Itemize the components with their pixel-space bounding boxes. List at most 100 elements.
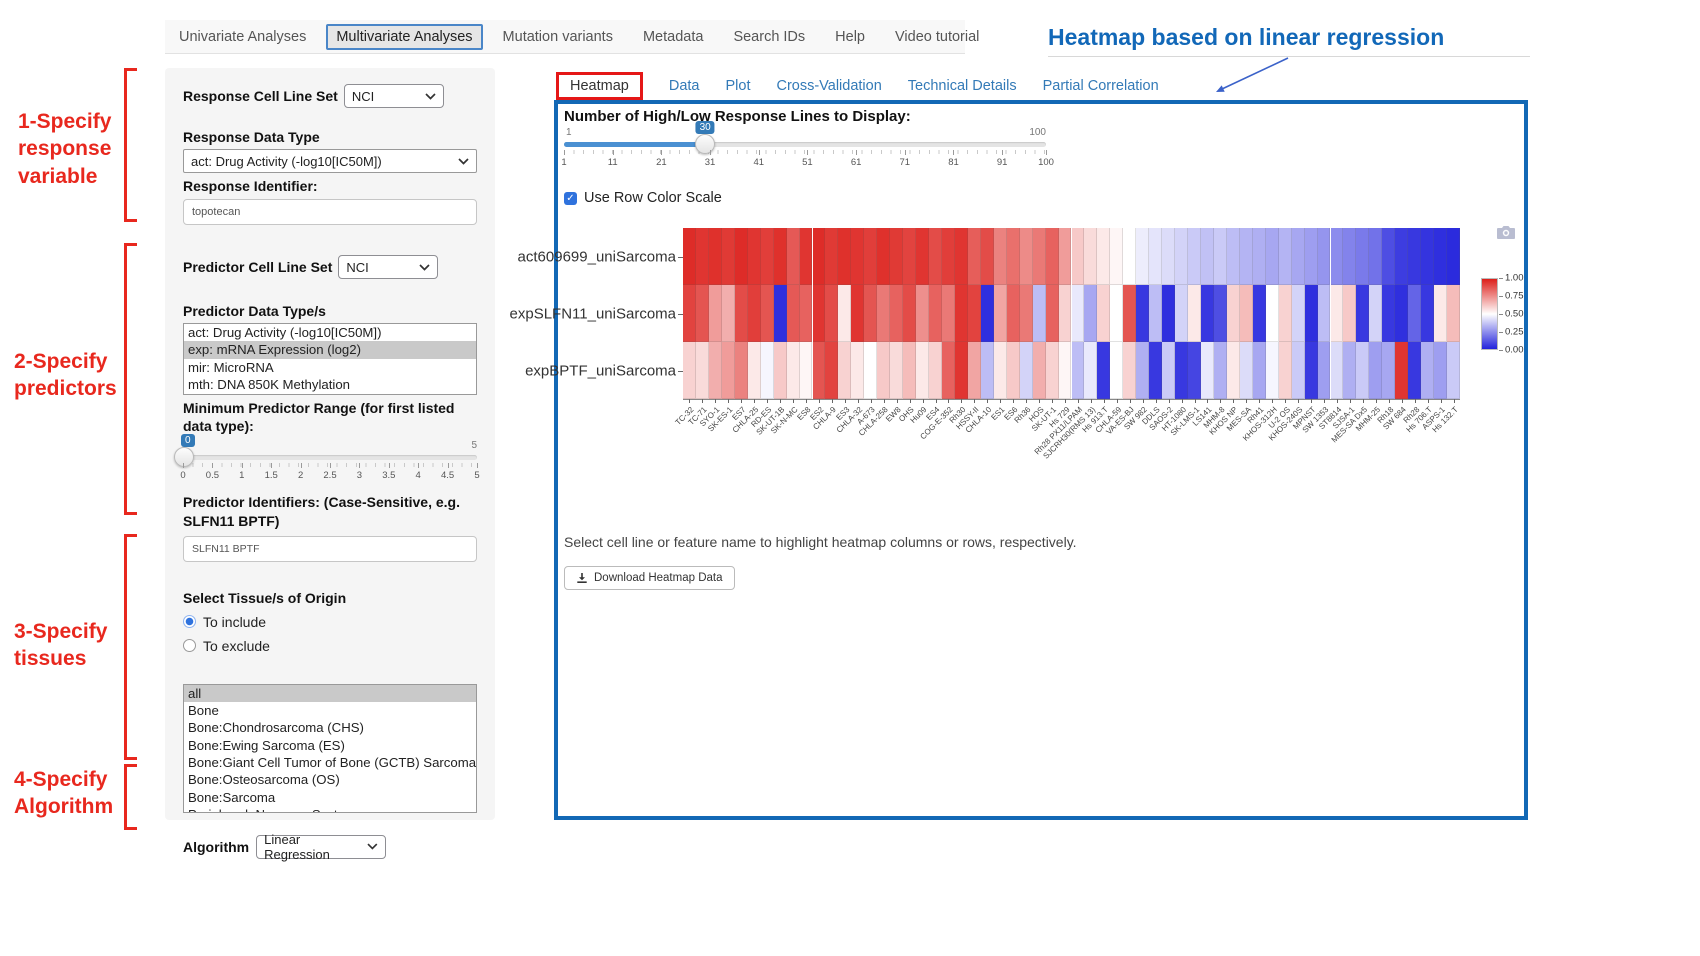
nav-item-mutation-variants[interactable]: Mutation variants (493, 24, 623, 50)
row-tick-mark (678, 371, 683, 372)
slider-tick-mark (477, 463, 478, 468)
colorbar-tick-mark (1499, 296, 1503, 297)
col-tick-mark (1337, 399, 1338, 403)
heatmap-cell (890, 285, 903, 342)
nav-item-help[interactable]: Help (825, 24, 875, 50)
heatmap-cell (1007, 228, 1020, 285)
slider-tick-mark (242, 463, 243, 468)
heatmap-row-label[interactable]: act609699_uniSarcoma (518, 248, 676, 265)
col-tick-mark (1233, 399, 1234, 403)
response-cell-line-set-select[interactable]: NCI (344, 84, 444, 108)
heatmap-cell (994, 342, 1007, 399)
heatmap-cell (1447, 228, 1460, 285)
list-option-bone-chondrosarcoma-chs[interactable]: Bone:Chondrosarcoma (CHS) (184, 719, 476, 736)
heatmap-cell (1356, 342, 1369, 399)
nav-item-metadata[interactable]: Metadata (633, 24, 713, 50)
row-color-scale-checkbox[interactable]: ✓ (564, 192, 577, 205)
col-tick-mark (1117, 399, 1118, 403)
heatmap-cell (1343, 285, 1356, 342)
tab-cross-validation[interactable]: Cross-Validation (776, 78, 881, 94)
heatmap-cell (1292, 285, 1305, 342)
tissue-include-radio[interactable] (183, 615, 196, 628)
heatmap-cell (735, 228, 748, 285)
list-option-all[interactable]: all (184, 685, 476, 702)
download-heatmap-button[interactable]: Download Heatmap Data (564, 566, 735, 590)
predictor-identifiers-input[interactable] (183, 536, 477, 562)
list-option-bone-giant-cell-tumor-of-bone-gctb-sarcoma[interactable]: Bone:Giant Cell Tumor of Bone (GCTB) Sar… (184, 754, 476, 771)
col-tick-mark (767, 399, 768, 403)
col-tick-mark (1091, 399, 1092, 403)
algorithm-select[interactable]: Linear Regression (256, 835, 386, 859)
heatmap-row-label[interactable]: expBPTF_uniSarcoma (525, 362, 676, 379)
nav-item-multivariate-analyses[interactable]: Multivariate Analyses (326, 24, 482, 50)
tab-plot[interactable]: Plot (725, 78, 750, 94)
heatmap-cell (1395, 285, 1408, 342)
heatmap[interactable]: act609699_uniSarcomaexpSLFN11_uniSarcoma… (558, 224, 1518, 484)
heatmap-grid[interactable] (683, 228, 1460, 400)
slider-tick-label: 1.5 (265, 470, 278, 481)
col-tick-mark (689, 399, 690, 403)
col-tick-mark (1052, 399, 1053, 403)
list-option-exp-mrna-expression-log2[interactable]: exp: mRNA Expression (log2) (184, 341, 476, 358)
list-option-mir-microrna[interactable]: mir: MicroRNA (184, 359, 476, 376)
heatmap-cell (748, 228, 761, 285)
tissue-exclude-label: To exclude (203, 638, 270, 654)
list-option-peripheral-nervous-system[interactable]: Peripheral_Nervous_System (184, 806, 476, 813)
list-option-bone-ewing-sarcoma-es[interactable]: Bone:Ewing Sarcoma (ES) (184, 737, 476, 754)
heatmap-cell (1188, 285, 1201, 342)
heatmap-cell (1123, 228, 1136, 285)
col-tick-mark (1156, 399, 1157, 403)
heatmap-cell (1382, 285, 1395, 342)
heatmap-cell (981, 285, 994, 342)
list-option-act-drug-activity-log10-ic50m[interactable]: act: Drug Activity (-log10[IC50M]) (184, 324, 476, 341)
slider-ticks: 00.511.522.533.544.55 (183, 439, 477, 483)
heatmap-cell (800, 228, 813, 285)
nav-item-univariate-analyses[interactable]: Univariate Analyses (169, 24, 316, 50)
response-cell-line-set-label: Response Cell Line Set (183, 88, 338, 104)
heatmap-cell (1253, 228, 1266, 285)
heatmap-row-label[interactable]: expSLFN11_uniSarcoma (510, 305, 676, 322)
heatmap-panel: Number of High/Low Response Lines to Dis… (554, 100, 1528, 820)
list-option-bone-osteosarcoma-os[interactable]: Bone:Osteosarcoma (OS) (184, 771, 476, 788)
tissue-listbox[interactable]: allBoneBone:Chondrosarcoma (CHS)Bone:Ewi… (183, 684, 477, 813)
heatmap-cell (1136, 228, 1149, 285)
tab-technical-details[interactable]: Technical Details (908, 78, 1017, 94)
response-identifier-input[interactable] (183, 199, 477, 225)
heatmap-cell (1395, 228, 1408, 285)
predictor-data-types-listbox[interactable]: act: Drug Activity (-log10[IC50M])exp: m… (183, 323, 477, 395)
list-option-bone[interactable]: Bone (184, 702, 476, 719)
slider-tick-mark (759, 150, 760, 155)
min-predictor-range-slider[interactable]: 0 5 00.511.522.533.544.55 (183, 439, 477, 483)
tissue-exclude-radio[interactable] (183, 639, 196, 652)
predictor-cell-line-set-select[interactable]: NCI (338, 255, 438, 279)
nav-item-search-ids[interactable]: Search IDs (723, 24, 815, 50)
slider-tick-mark (905, 150, 906, 155)
camera-icon[interactable] (1496, 224, 1516, 240)
col-tick-mark (910, 399, 911, 403)
heatmap-cell (1084, 342, 1097, 399)
response-data-type-select[interactable]: act: Drug Activity (-log10[IC50M]) (183, 149, 477, 173)
lines-slider[interactable]: 1 100 30 1112131415161718191100 (564, 126, 1046, 182)
heatmap-cell (903, 342, 916, 399)
row-color-scale-label: Use Row Color Scale (584, 190, 722, 206)
heatmap-cell (1097, 228, 1110, 285)
tab-heatmap[interactable]: Heatmap (556, 72, 643, 100)
list-option-bone-sarcoma[interactable]: Bone:Sarcoma (184, 789, 476, 806)
colorbar-tick-mark (1499, 332, 1503, 333)
col-tick-mark (1415, 399, 1416, 403)
nav-item-video-tutorial[interactable]: Video tutorial (885, 24, 989, 50)
tab-data[interactable]: Data (669, 78, 700, 94)
heatmap-cell (1434, 342, 1447, 399)
download-button-label: Download Heatmap Data (594, 572, 723, 584)
list-option-mth-dna-850k-methylation[interactable]: mth: DNA 850K Methylation (184, 376, 476, 393)
heatmap-cell (851, 285, 864, 342)
algorithm-label: Algorithm (183, 839, 249, 855)
tab-partial-correlation[interactable]: Partial Correlation (1043, 78, 1159, 94)
heatmap-cell (1434, 285, 1447, 342)
slider-tick-mark (448, 463, 449, 468)
heatmap-cell (1084, 228, 1097, 285)
heatmap-cell (1020, 285, 1033, 342)
slider-tick-label: 1 (561, 157, 566, 168)
heatmap-cell (851, 342, 864, 399)
heatmap-cell (1162, 228, 1175, 285)
